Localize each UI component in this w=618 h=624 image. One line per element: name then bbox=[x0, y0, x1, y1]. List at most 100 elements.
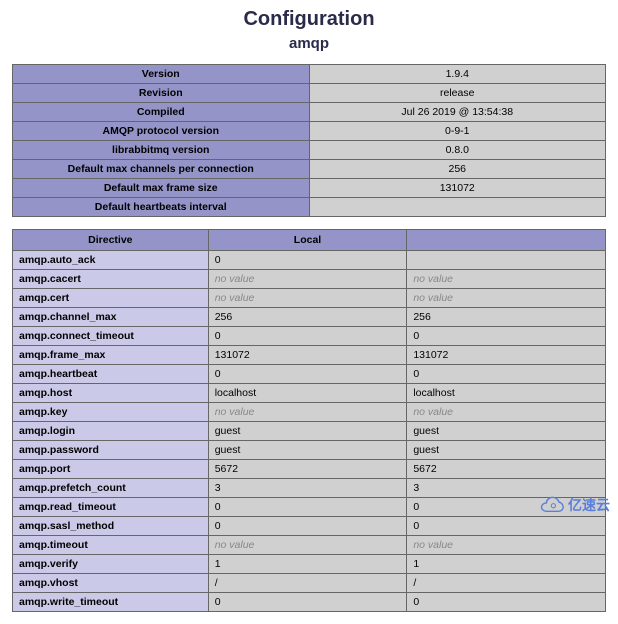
directive-local: 3 bbox=[208, 479, 407, 498]
table-row: amqp.connect_timeout00 bbox=[13, 327, 606, 346]
directive-master: no value bbox=[407, 403, 606, 422]
directive-master: 0 bbox=[407, 517, 606, 536]
directive-local: no value bbox=[208, 289, 407, 308]
directive-name: amqp.cacert bbox=[13, 270, 209, 289]
directive-local: 0 bbox=[208, 517, 407, 536]
table-row: amqp.vhost// bbox=[13, 574, 606, 593]
directive-master: 0 bbox=[407, 365, 606, 384]
directive-local: no value bbox=[208, 403, 407, 422]
header-local: Local bbox=[208, 230, 407, 251]
info-row: CompiledJul 26 2019 @ 13:54:38 bbox=[13, 103, 606, 122]
info-label: Revision bbox=[13, 84, 310, 103]
table-row: amqp.frame_max131072131072 bbox=[13, 346, 606, 365]
info-row: Version1.9.4 bbox=[13, 65, 606, 84]
directive-master: / bbox=[407, 574, 606, 593]
info-label: librabbitmq version bbox=[13, 141, 310, 160]
info-row: Revisionrelease bbox=[13, 84, 606, 103]
directive-local: no value bbox=[208, 536, 407, 555]
directive-master: 0 bbox=[407, 327, 606, 346]
directive-name: amqp.prefetch_count bbox=[13, 479, 209, 498]
directive-master: no value bbox=[407, 536, 606, 555]
directive-master bbox=[407, 251, 606, 270]
watermark-text: 亿速云 bbox=[568, 495, 610, 515]
table-row: amqp.sasl_method00 bbox=[13, 517, 606, 536]
directive-local: 1 bbox=[208, 555, 407, 574]
info-row: AMQP protocol version0-9-1 bbox=[13, 122, 606, 141]
directive-local: no value bbox=[208, 270, 407, 289]
table-row: amqp.keyno valueno value bbox=[13, 403, 606, 422]
table-row: amqp.write_timeout00 bbox=[13, 593, 606, 612]
info-value: 131072 bbox=[309, 179, 606, 198]
info-row: Default max frame size131072 bbox=[13, 179, 606, 198]
info-value: 0.8.0 bbox=[309, 141, 606, 160]
directive-name: amqp.sasl_method bbox=[13, 517, 209, 536]
directive-name: amqp.frame_max bbox=[13, 346, 209, 365]
info-table: Version1.9.4RevisionreleaseCompiledJul 2… bbox=[12, 64, 606, 217]
info-label: Default max channels per connection bbox=[13, 160, 310, 179]
table-row: amqp.cacertno valueno value bbox=[13, 270, 606, 289]
table-row: amqp.timeoutno valueno value bbox=[13, 536, 606, 555]
directive-local: 0 bbox=[208, 498, 407, 517]
table-row: amqp.channel_max256256 bbox=[13, 308, 606, 327]
table-row: amqp.certno valueno value bbox=[13, 289, 606, 308]
table-row: amqp.hostlocalhostlocalhost bbox=[13, 384, 606, 403]
directive-local: 256 bbox=[208, 308, 407, 327]
directive-master: 256 bbox=[407, 308, 606, 327]
directive-master: 0 bbox=[407, 593, 606, 612]
directive-local: 131072 bbox=[208, 346, 407, 365]
directive-local: 0 bbox=[208, 251, 407, 270]
directive-name: amqp.key bbox=[13, 403, 209, 422]
table-row: amqp.prefetch_count33 bbox=[13, 479, 606, 498]
directive-local: guest bbox=[208, 441, 407, 460]
info-value: Jul 26 2019 @ 13:54:38 bbox=[309, 103, 606, 122]
directive-local: 0 bbox=[208, 593, 407, 612]
info-row: librabbitmq version0.8.0 bbox=[13, 141, 606, 160]
directive-local: localhost bbox=[208, 384, 407, 403]
directive-name: amqp.read_timeout bbox=[13, 498, 209, 517]
page-title: Configuration bbox=[0, 8, 618, 31]
table-row: amqp.heartbeat00 bbox=[13, 365, 606, 384]
directive-name: amqp.heartbeat bbox=[13, 365, 209, 384]
directive-name: amqp.login bbox=[13, 422, 209, 441]
directive-local: 5672 bbox=[208, 460, 407, 479]
info-value bbox=[309, 198, 606, 217]
directive-local: 0 bbox=[208, 365, 407, 384]
info-label: Default max frame size bbox=[13, 179, 310, 198]
directives-table: Directive Local amqp.auto_ack0amqp.cacer… bbox=[12, 229, 606, 612]
info-row: Default max channels per connection256 bbox=[13, 160, 606, 179]
header-master bbox=[407, 230, 606, 251]
info-label: Compiled bbox=[13, 103, 310, 122]
directive-name: amqp.connect_timeout bbox=[13, 327, 209, 346]
directive-local: guest bbox=[208, 422, 407, 441]
directive-name: amqp.verify bbox=[13, 555, 209, 574]
cloud-icon bbox=[538, 496, 566, 514]
info-label: Version bbox=[13, 65, 310, 84]
table-row: amqp.passwordguestguest bbox=[13, 441, 606, 460]
table-row: amqp.read_timeout00 bbox=[13, 498, 606, 517]
table-row: amqp.verify11 bbox=[13, 555, 606, 574]
directive-master: 131072 bbox=[407, 346, 606, 365]
info-row: Default heartbeats interval bbox=[13, 198, 606, 217]
directive-name: amqp.password bbox=[13, 441, 209, 460]
info-value: 256 bbox=[309, 160, 606, 179]
info-label: Default heartbeats interval bbox=[13, 198, 310, 217]
table-row: amqp.auto_ack0 bbox=[13, 251, 606, 270]
module-name: amqp bbox=[0, 35, 618, 52]
directive-name: amqp.vhost bbox=[13, 574, 209, 593]
directive-name: amqp.channel_max bbox=[13, 308, 209, 327]
directive-name: amqp.timeout bbox=[13, 536, 209, 555]
directive-name: amqp.auto_ack bbox=[13, 251, 209, 270]
directive-master: 5672 bbox=[407, 460, 606, 479]
directive-name: amqp.write_timeout bbox=[13, 593, 209, 612]
info-label: AMQP protocol version bbox=[13, 122, 310, 141]
directives-header: Directive Local bbox=[13, 230, 606, 251]
directive-name: amqp.port bbox=[13, 460, 209, 479]
directive-master: localhost bbox=[407, 384, 606, 403]
directive-master: no value bbox=[407, 270, 606, 289]
directive-local: 0 bbox=[208, 327, 407, 346]
info-value: release bbox=[309, 84, 606, 103]
directive-name: amqp.host bbox=[13, 384, 209, 403]
directive-local: / bbox=[208, 574, 407, 593]
directive-master: guest bbox=[407, 422, 606, 441]
directive-master: 1 bbox=[407, 555, 606, 574]
